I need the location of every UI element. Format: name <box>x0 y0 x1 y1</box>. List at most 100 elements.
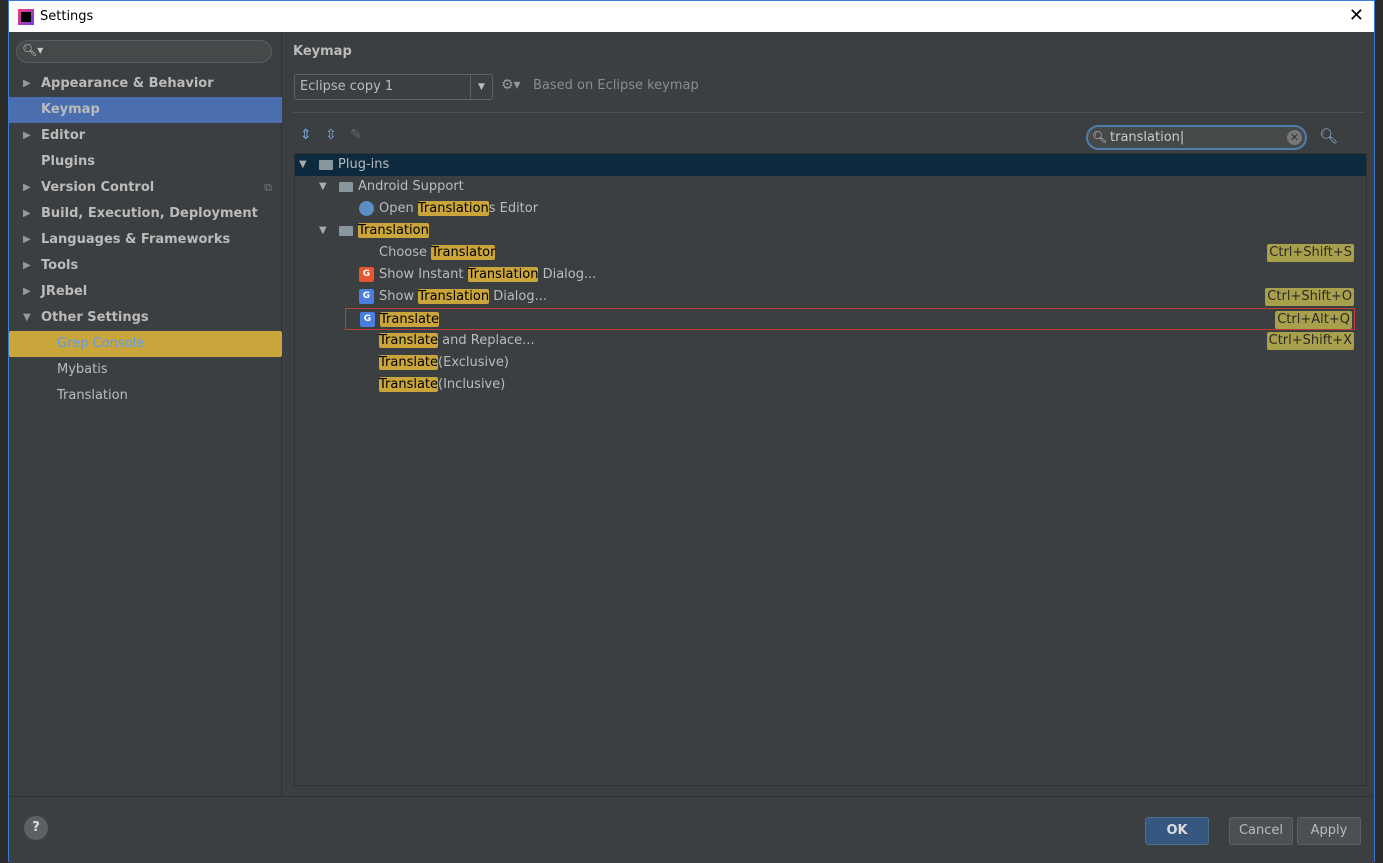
search-icon: 🔍︎ <box>1092 130 1108 144</box>
sidebar-item-label: Keymap <box>41 102 100 117</box>
label-text: Android Support <box>358 179 464 194</box>
sidebar-item-mybatis[interactable]: Mybatis <box>9 357 282 383</box>
sidebar-item-label: Languages & Frameworks <box>41 232 231 247</box>
sidebar-item-other-settings[interactable]: ▼ Other Settings <box>9 305 282 331</box>
collapsed-arrow-icon[interactable]: ▶ <box>23 123 31 149</box>
tree-row[interactable]: ▼ Android Support <box>295 176 1366 198</box>
tree-row[interactable]: Translate and Replace... Ctrl+Shift+X <box>295 330 1366 352</box>
keymap-select[interactable]: Eclipse copy 1 ▼ <box>294 74 493 100</box>
folder-icon <box>339 225 353 236</box>
sidebar-item-keymap[interactable]: Keymap <box>9 97 282 123</box>
collapsed-arrow-icon[interactable]: ▶ <box>23 253 31 279</box>
sidebar-item-version-control[interactable]: ▶ Version Control ⧉ <box>9 175 282 201</box>
sidebar-item-jrebel[interactable]: ▶ JRebel <box>9 279 282 305</box>
sidebar-item-tools[interactable]: ▶ Tools <box>9 253 282 279</box>
edit-pencil-icon[interactable]: ✎ <box>350 127 362 143</box>
sidebar-item-label: Build, Execution, Deployment <box>41 206 258 221</box>
sidebar-item-translation[interactable]: Translation <box>9 383 282 409</box>
tree-row[interactable]: ▼ Plug-ins <box>295 154 1366 176</box>
tree-row[interactable]: Translate(Exclusive) <box>295 352 1366 374</box>
tree-item-label: Translation <box>339 220 429 242</box>
chevron-down-icon: ▼ <box>470 75 492 99</box>
apply-button[interactable]: Apply <box>1297 817 1361 845</box>
shortcut-badge: Ctrl+Alt+Q <box>1275 311 1352 329</box>
gear-icon[interactable]: ⚙▾ <box>501 77 521 93</box>
tree-row[interactable]: Choose Translator Ctrl+Shift+S <box>295 242 1366 264</box>
tree-row[interactable]: Translate(Inclusive) <box>295 374 1366 396</box>
label-text: Dialog... <box>538 267 597 282</box>
label-text: and Replace... <box>438 333 535 348</box>
tree-row[interactable]: Open Translations Editor <box>295 198 1366 220</box>
search-icon: 🔍︎▾ <box>22 43 44 57</box>
sidebar-item-label: Translation <box>57 388 128 403</box>
tree-row[interactable]: G Translate Ctrl+Alt+Q <box>345 308 1355 330</box>
sidebar-item-build-execution-deployment[interactable]: ▶ Build, Execution, Deployment <box>9 201 282 227</box>
sidebar-item-label: Other Settings <box>41 310 149 325</box>
sidebar-item-plugins[interactable]: Plugins <box>9 149 282 175</box>
label-text: (Inclusive) <box>438 377 506 392</box>
sidebar-item-grep-console[interactable]: Grep Console <box>9 331 282 357</box>
collapse-all-icon[interactable]: ⇳ <box>325 127 337 143</box>
search-match-highlight: Translation <box>417 201 489 216</box>
search-match-highlight: Translation <box>467 267 539 282</box>
label-text: Dialog... <box>489 289 547 304</box>
collapsed-arrow-icon[interactable]: ▶ <box>23 201 31 227</box>
tree-item-label: Choose Translator <box>379 242 496 264</box>
label-text: Show <box>379 289 419 304</box>
sidebar-item-label: Tools <box>41 258 79 273</box>
search-match-highlight: Translator <box>431 245 496 260</box>
label-text: Choose <box>379 245 432 260</box>
expand-toggle-icon[interactable]: ▼ <box>319 176 327 198</box>
settings-sidebar: 🔍︎▾ ▶ Appearance & Behavior Keymap ▶ Editor P… <box>9 32 282 796</box>
intellij-logo-icon <box>18 8 34 25</box>
sidebar-item-label: Editor <box>41 128 86 143</box>
action-search-input[interactable]: 🔍︎ translation| ✕ <box>1086 125 1307 150</box>
page-title: Keymap <box>293 44 352 59</box>
window-title: Settings <box>40 9 94 24</box>
sidebar-item-label: Mybatis <box>57 362 108 377</box>
title-bar: Settings ✕ <box>9 1 1374 32</box>
tree-row[interactable]: G Show Instant Translation Dialog... <box>295 264 1366 286</box>
dialog-footer: ? OK Cancel Apply <box>9 796 1374 863</box>
search-value: translation <box>1110 130 1180 145</box>
tree-item-label: Translate and Replace... <box>379 330 535 352</box>
search-match-highlight: Translate <box>379 333 439 348</box>
search-match-highlight: Translate <box>379 355 439 370</box>
expanded-arrow-icon[interactable]: ▼ <box>23 305 31 331</box>
help-button[interactable]: ? <box>24 816 48 840</box>
collapsed-arrow-icon[interactable]: ▶ <box>23 279 31 305</box>
expand-toggle-icon[interactable]: ▼ <box>299 154 307 176</box>
settings-search-input[interactable]: 🔍︎▾ <box>16 40 272 63</box>
settings-dialog: Settings ✕ 🔍︎▾ ▶ Appearance & Behavior Key… <box>8 0 1375 863</box>
sidebar-item-label: Plugins <box>41 154 95 169</box>
tree-item-label: G Translate <box>360 309 440 331</box>
tree-row[interactable]: G Show Translation Dialog... Ctrl+Shift+O <box>295 286 1366 308</box>
based-on-label: Based on Eclipse keymap <box>533 78 699 93</box>
collapsed-arrow-icon[interactable]: ▶ <box>23 175 31 201</box>
clear-search-icon[interactable]: ✕ <box>1287 130 1302 145</box>
google-translate-icon: G <box>359 267 374 282</box>
close-button[interactable]: ✕ <box>1349 5 1364 26</box>
sidebar-item-appearance-behavior[interactable]: ▶ Appearance & Behavior <box>9 71 282 97</box>
search-match-highlight: Translate <box>379 377 439 392</box>
tree-item-label: G Show Translation Dialog... <box>359 286 547 308</box>
sidebar-item-editor[interactable]: ▶ Editor <box>9 123 282 149</box>
cancel-button[interactable]: Cancel <box>1229 817 1293 845</box>
keymap-tree: ▼ Plug-ins ▼ Android Support Open Translatio… <box>294 153 1367 786</box>
folder-icon <box>319 159 333 170</box>
collapsed-arrow-icon[interactable]: ▶ <box>23 71 31 97</box>
sidebar-item-label: Appearance & Behavior <box>41 76 214 91</box>
sidebar-item-languages-frameworks[interactable]: ▶ Languages & Frameworks <box>9 227 282 253</box>
label-text: s Editor <box>488 201 539 216</box>
tree-item-label: Open Translations Editor <box>359 198 538 220</box>
ok-button[interactable]: OK <box>1145 817 1209 845</box>
collapsed-arrow-icon[interactable]: ▶ <box>23 227 31 253</box>
sidebar-item-label: JRebel <box>41 284 88 299</box>
shortcut-badge: Ctrl+Shift+X <box>1266 332 1354 350</box>
find-by-shortcut-icon[interactable]: 🔍︎ <box>1319 127 1338 145</box>
expand-all-icon[interactable]: ⇕ <box>300 127 312 143</box>
search-match-highlight: Translation <box>358 223 429 238</box>
tree-row[interactable]: ▼ Translation <box>295 220 1366 242</box>
sidebar-item-label: Grep Console <box>57 336 145 351</box>
expand-toggle-icon[interactable]: ▼ <box>319 220 327 242</box>
